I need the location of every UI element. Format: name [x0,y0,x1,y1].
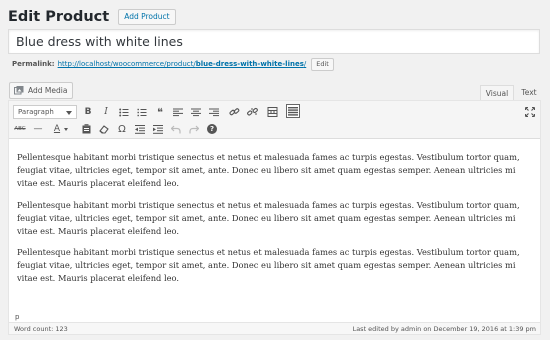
insert-more-button[interactable] [265,105,279,119]
align-center-button[interactable] [189,105,203,119]
align-right-icon [209,108,219,116]
last-edited: Last edited by admin on December 19, 201… [352,325,536,333]
chevron-down-icon [66,111,72,115]
numbered-list-button[interactable] [135,105,149,119]
editor: Paragraph B I ❝ ABC — A Ω ? Pellentesque… [8,100,541,335]
align-left-icon [173,108,183,116]
insert-link-button[interactable] [227,105,241,119]
fullscreen-button[interactable] [523,105,537,119]
outdent-button[interactable] [133,122,147,136]
numbered-list-icon [137,108,147,116]
text-color-dropdown[interactable] [62,122,70,136]
add-product-button[interactable]: Add Product [118,9,176,25]
paragraph: Pellentesque habitant morbi tristique se… [17,152,520,188]
undo-icon [171,125,181,133]
eraser-icon [99,125,109,134]
element-path[interactable]: p [15,313,19,321]
permalink-label: Permalink: [12,60,55,68]
product-title-input[interactable]: Blue dress with white lines [8,29,540,54]
header-row: Edit Product Add Product [8,6,176,28]
page-title: Edit Product [8,9,110,25]
read-more-icon [266,107,278,117]
remove-link-button[interactable] [245,105,259,119]
indent-button[interactable] [151,122,165,136]
bullet-list-icon [119,108,129,116]
chevron-down-icon [64,127,68,131]
media-icon [14,86,24,95]
outdent-icon [135,124,145,134]
align-center-icon [191,108,201,116]
paragraph: Pellentesque habitant morbi tristique se… [17,199,520,236]
permalink-suffix: / [303,60,307,68]
fullscreen-icon [525,107,535,117]
undo-button[interactable] [169,122,183,136]
format-select-value: Paragraph [18,108,54,116]
kitchen-sink-icon [288,106,298,116]
italic-button[interactable]: I [99,105,113,119]
tab-text[interactable]: Text [516,85,542,100]
bold-button[interactable]: B [81,105,95,119]
editor-statusbar: Word count: 123 Last edited by admin on … [9,322,540,334]
align-right-button[interactable] [207,105,221,119]
unlink-icon [246,107,258,116]
indent-icon [153,124,163,134]
editor-content[interactable]: Pellentesque habitant morbi tristique se… [9,139,540,294]
bullet-list-button[interactable] [117,105,131,119]
special-character-button[interactable]: Ω [115,122,129,136]
redo-button[interactable] [187,122,201,136]
add-media-label: Add Media [28,86,68,95]
add-media-button[interactable]: Add Media [9,82,74,99]
redo-icon [189,125,199,133]
permalink-slug: blue-dress-with-white-lines [195,60,304,68]
permalink-link[interactable]: http://localhost/woocommerce/product/blu… [58,60,307,68]
clear-formatting-button[interactable] [97,122,111,136]
paragraph: Pellentesque habitant morbi tristique se… [17,247,520,283]
horizontal-line-button[interactable]: — [31,122,45,136]
paste-as-text-button[interactable] [79,122,93,136]
permalink-row: Permalink: http://localhost/woocommerce/… [12,57,334,71]
align-left-button[interactable] [171,105,185,119]
clipboard-icon [82,124,90,134]
strikethrough-button[interactable]: ABC [13,122,27,136]
permalink-edit-button[interactable]: Edit [311,57,334,71]
help-icon: ? [207,124,217,134]
editor-toolbar: Paragraph B I ❝ ABC — A Ω ? [9,101,540,139]
link-icon [228,108,239,116]
keyboard-shortcuts-button[interactable]: ? [205,122,219,136]
permalink-base: http://localhost/woocommerce/product/ [57,60,196,68]
format-select[interactable]: Paragraph [13,105,77,119]
toolbar-toggle-button[interactable] [286,104,300,118]
tab-visual[interactable]: Visual [480,85,514,100]
word-count: Word count: 123 [14,325,68,333]
blockquote-button[interactable]: ❝ [153,105,167,119]
